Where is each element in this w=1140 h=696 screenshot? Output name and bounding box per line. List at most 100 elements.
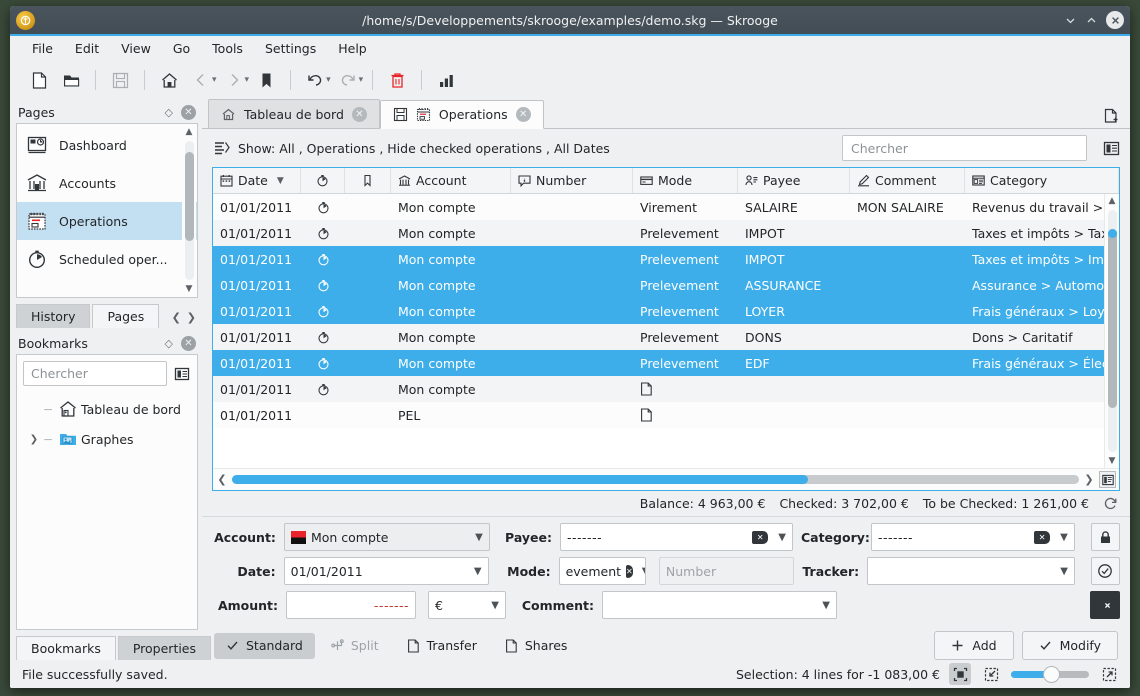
zoom-handle[interactable] bbox=[1042, 665, 1060, 683]
sidebar-item-accounts[interactable]: Accounts bbox=[17, 164, 197, 202]
mode-input[interactable]: evement ✕ ▼ bbox=[558, 557, 646, 585]
tab-prev-icon[interactable]: ❮ bbox=[172, 311, 181, 324]
float-icon[interactable]: ◇ bbox=[165, 337, 173, 350]
column-header-category[interactable]: Category bbox=[965, 168, 1119, 193]
chevron-down-icon[interactable]: ▼ bbox=[642, 566, 645, 577]
account-select[interactable]: Mon compte ▼ bbox=[283, 523, 490, 551]
column-header-account[interactable]: Account bbox=[391, 168, 511, 193]
table-vertical-scrollbar[interactable]: ▲ ▼ bbox=[1104, 194, 1119, 468]
type-shares-button[interactable]: Shares bbox=[493, 633, 580, 659]
table-row[interactable]: 01/01/2011 PEL bbox=[213, 402, 1119, 428]
menu-file[interactable]: File bbox=[22, 38, 63, 59]
chevron-down-icon[interactable]: ▼ bbox=[1060, 532, 1068, 543]
chevron-down-icon[interactable]: ▼ bbox=[822, 600, 830, 611]
close-icon[interactable]: ✕ bbox=[351, 106, 367, 122]
menu-settings[interactable]: Settings bbox=[255, 38, 326, 59]
fit-selection-icon[interactable] bbox=[949, 663, 971, 685]
new-document-icon[interactable] bbox=[24, 65, 54, 95]
menu-edit[interactable]: Edit bbox=[65, 38, 109, 59]
table-row[interactable]: 01/01/2011 Mon compte Prelevement ASSURA… bbox=[213, 272, 1119, 298]
column-header-comment[interactable]: Comment bbox=[850, 168, 965, 193]
bookmark-item-graphes[interactable]: ❯ ─ Graphes bbox=[27, 424, 197, 454]
add-button[interactable]: Add bbox=[934, 631, 1014, 660]
open-folder-icon[interactable] bbox=[56, 65, 86, 95]
bookmark-icon[interactable] bbox=[251, 65, 281, 95]
back-button-group[interactable]: ▾ bbox=[186, 65, 217, 95]
clear-all-icon[interactable] bbox=[1090, 591, 1120, 619]
scroll-track[interactable] bbox=[1107, 210, 1117, 452]
scroll-down-icon[interactable]: ▼ bbox=[1109, 454, 1116, 468]
close-icon[interactable]: ✕ bbox=[181, 335, 196, 351]
undo-button-group[interactable]: ▾ bbox=[300, 65, 331, 95]
sidebar-item-scheduled-operations[interactable]: Scheduled oper... bbox=[17, 240, 197, 278]
category-input[interactable]: ------- ✕ ▼ bbox=[870, 523, 1075, 551]
scroll-up-icon[interactable]: ▲ bbox=[186, 125, 193, 139]
tab-history[interactable]: History bbox=[16, 304, 91, 328]
zoom-slider[interactable] bbox=[1011, 665, 1089, 683]
menu-tools[interactable]: Tools bbox=[202, 38, 253, 59]
clear-icon[interactable]: ✕ bbox=[752, 530, 769, 544]
clear-icon[interactable]: ✕ bbox=[626, 564, 633, 578]
tab-properties[interactable]: Properties bbox=[117, 636, 212, 660]
filter-icon[interactable] bbox=[214, 140, 230, 156]
chevron-down-icon[interactable]: ▼ bbox=[778, 532, 786, 543]
type-standard-button[interactable]: Standard bbox=[214, 632, 315, 659]
payee-input[interactable]: ------- ✕ ▼ bbox=[560, 523, 793, 551]
close-icon[interactable]: ✕ bbox=[181, 104, 196, 120]
bookmarks-search-input[interactable]: Chercher bbox=[23, 361, 167, 386]
type-transfer-button[interactable]: Transfer bbox=[395, 633, 489, 659]
menu-help[interactable]: Help bbox=[328, 38, 377, 59]
shrink-icon[interactable] bbox=[980, 663, 1002, 685]
modify-button[interactable]: Modify bbox=[1021, 631, 1118, 660]
chevron-down-icon[interactable]: ▼ bbox=[474, 566, 482, 577]
table-row[interactable]: 01/01/2011 Mon compte Prelevement EDF Fr… bbox=[213, 350, 1119, 376]
hscroll-track[interactable] bbox=[232, 475, 1079, 484]
number-input[interactable]: Number bbox=[658, 557, 795, 585]
hscroll-thumb[interactable] bbox=[232, 475, 808, 484]
comment-input[interactable]: ▼ bbox=[602, 591, 837, 619]
scroll-up-icon[interactable]: ▲ bbox=[1109, 194, 1116, 208]
lock-icon[interactable] bbox=[1090, 523, 1120, 551]
column-header-date[interactable]: Date ▼ bbox=[213, 168, 301, 193]
list-options-icon[interactable] bbox=[173, 365, 191, 383]
table-row[interactable]: 01/01/2011 Mon compte Virement SALAIRE M… bbox=[213, 194, 1119, 220]
table-horizontal-scrollbar[interactable]: ❮ ❯ bbox=[213, 468, 1119, 490]
chevron-right-icon[interactable]: ❯ bbox=[27, 434, 41, 445]
search-input[interactable]: Chercher bbox=[842, 135, 1087, 161]
column-header-mode[interactable]: Mode bbox=[633, 168, 738, 193]
menu-go[interactable]: Go bbox=[163, 38, 200, 59]
delete-icon[interactable] bbox=[382, 65, 412, 95]
close-icon[interactable]: ✕ bbox=[515, 107, 531, 122]
chevron-down-icon[interactable]: ▼ bbox=[1060, 566, 1068, 577]
new-tab-icon[interactable] bbox=[1103, 107, 1120, 124]
minimize-button[interactable] bbox=[1064, 14, 1077, 27]
chart-icon[interactable] bbox=[431, 65, 461, 95]
sidebar-item-dashboard[interactable]: Dashboard bbox=[17, 126, 197, 164]
forward-button-group[interactable]: ▾ bbox=[219, 65, 249, 95]
scroll-track[interactable] bbox=[184, 141, 194, 280]
tab-bookmarks[interactable]: Bookmarks bbox=[16, 636, 116, 660]
scroll-thumb[interactable] bbox=[1107, 229, 1117, 409]
float-icon[interactable]: ◇ bbox=[165, 106, 173, 119]
scroll-thumb[interactable] bbox=[184, 152, 194, 242]
column-header-number[interactable]: Number bbox=[511, 168, 633, 193]
table-row[interactable]: 01/01/2011 Mon compte bbox=[213, 376, 1119, 402]
pages-scrollbar[interactable]: ▲ ▼ bbox=[182, 125, 196, 296]
sidebar-item-operations[interactable]: Operations bbox=[17, 202, 197, 240]
scroll-down-icon[interactable]: ▼ bbox=[186, 282, 193, 296]
table-row[interactable]: 01/01/2011 Mon compte Prelevement LOYER … bbox=[213, 298, 1119, 324]
bookmark-item-tableau-de-bord[interactable]: ─ Tableau de bord bbox=[27, 394, 197, 424]
column-header-payee[interactable]: Payee bbox=[738, 168, 850, 193]
tab-tableau-de-bord[interactable]: Tableau de bord ✕ bbox=[208, 99, 380, 128]
tab-next-icon[interactable]: ❯ bbox=[187, 311, 196, 324]
amount-input[interactable]: ------- bbox=[286, 591, 416, 619]
tab-pages[interactable]: Pages bbox=[92, 304, 160, 328]
scroll-right-icon[interactable]: ❯ bbox=[1083, 473, 1095, 486]
table-row[interactable]: 01/01/2011 Mon compte Prelevement DONS D… bbox=[213, 324, 1119, 350]
clear-icon[interactable]: ✕ bbox=[1034, 530, 1051, 544]
table-row[interactable]: 01/01/2011 Mon compte Prelevement IMPOT … bbox=[213, 220, 1119, 246]
column-header-flag[interactable] bbox=[345, 168, 391, 193]
date-input[interactable]: 01/01/2011 ▼ bbox=[283, 557, 489, 585]
scroll-left-icon[interactable]: ❮ bbox=[216, 473, 228, 486]
tab-operations[interactable]: Operations ✕ bbox=[379, 100, 544, 129]
